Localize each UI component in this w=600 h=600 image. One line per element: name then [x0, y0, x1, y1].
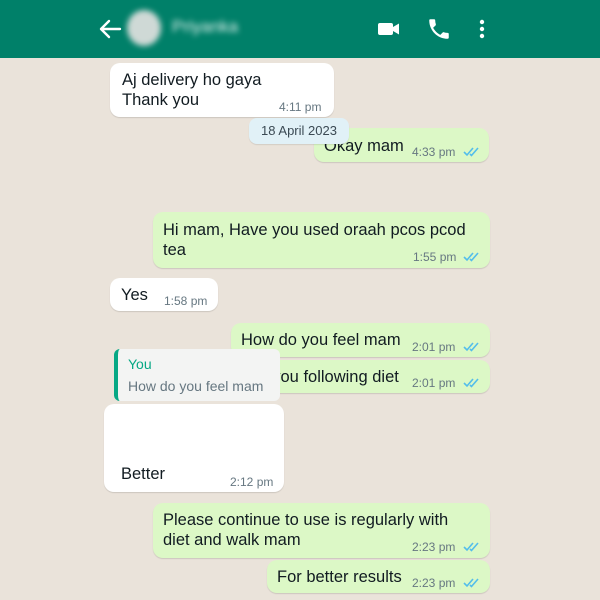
outgoing-message[interactable]: Please continue to use is regularly with… [153, 503, 490, 558]
message-text: How do you feel mam [241, 331, 401, 349]
quoted-text: How do you feel mam [128, 378, 264, 394]
read-receipt-icon [463, 147, 479, 157]
read-receipt-icon [463, 342, 479, 352]
chat-header: Priyanka [0, 0, 600, 58]
read-receipt-icon [463, 578, 479, 588]
read-receipt-icon [463, 252, 479, 262]
incoming-message[interactable]: Aj delivery ho gaya Thank you 4:11 pm [110, 63, 334, 117]
more-options-icon[interactable] [474, 16, 490, 42]
message-time: 4:33 pm [412, 145, 456, 159]
contact-name[interactable]: Priyanka [172, 17, 238, 37]
date-label: 18 April 2023 [261, 123, 337, 138]
message-text: Better [121, 465, 166, 483]
message-time: 2:12 pm [230, 475, 274, 489]
quoted-message[interactable]: You How do you feel mam [114, 349, 280, 401]
quoted-author: You [128, 356, 152, 372]
message-text: Thank you [122, 91, 200, 109]
contact-avatar[interactable] [127, 10, 161, 46]
message-time: 2:01 pm [412, 340, 456, 354]
message-time: 2:01 pm [412, 376, 456, 390]
message-text: diet and walk mam [163, 531, 301, 549]
message-text: Yes [121, 286, 148, 304]
outgoing-message[interactable]: For better results 2:23 pm [267, 560, 490, 593]
date-divider: 18 April 2023 [249, 118, 349, 144]
message-text: tea [163, 241, 186, 259]
message-time: 1:55 pm [413, 250, 457, 264]
outgoing-message[interactable]: Hi mam, Have you used oraah pcos pcod te… [153, 212, 490, 268]
video-call-icon[interactable] [376, 16, 402, 42]
message-text: Hi mam, Have you used oraah pcos pcod [163, 221, 466, 239]
message-text: For better results [277, 568, 402, 586]
message-time: 2:23 pm [412, 540, 456, 554]
voice-call-icon[interactable] [426, 16, 452, 42]
incoming-message[interactable]: Yes 1:58 pm [110, 278, 218, 311]
read-receipt-icon [463, 378, 479, 388]
read-receipt-icon [463, 542, 479, 552]
message-time: 4:11 pm [279, 100, 322, 114]
message-text: Aj delivery ho gaya [122, 71, 262, 89]
back-arrow-icon[interactable] [96, 16, 124, 42]
message-time: 1:58 pm [164, 294, 208, 308]
message-text: Please continue to use is regularly with [163, 511, 449, 529]
message-time: 2:23 pm [412, 576, 456, 590]
